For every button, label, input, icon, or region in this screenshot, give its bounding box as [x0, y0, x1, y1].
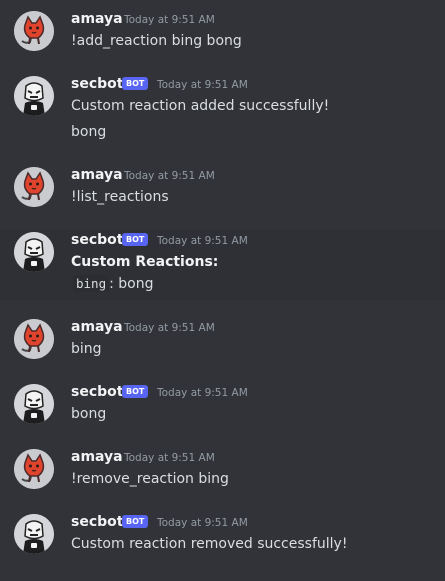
cat-avatar-icon: [14, 167, 54, 207]
reactions-heading: Custom Reactions:: [71, 254, 219, 270]
timestamp[interactable]: Today at 9:51 AM: [157, 235, 248, 247]
reaction-entry: bing: bong: [73, 275, 154, 292]
timestamp[interactable]: Today at 9:51 AM: [124, 170, 215, 182]
username[interactable]: amaya: [71, 449, 123, 465]
message-text: bong: [71, 406, 107, 422]
avatar-amaya[interactable]: [14, 11, 54, 51]
username[interactable]: secbot: [71, 384, 123, 400]
message-amaya-1[interactable]: amaya Today at 9:51 AM !add_reaction bin…: [0, 0, 445, 65]
bot-tag: BOT: [122, 77, 149, 90]
timestamp[interactable]: Today at 9:51 AM: [157, 517, 248, 529]
robot-avatar-icon: [14, 384, 54, 424]
reaction-separator: :: [109, 276, 114, 292]
robot-avatar-icon: [14, 514, 54, 554]
timestamp[interactable]: Today at 9:51 AM: [157, 79, 248, 91]
avatar-amaya[interactable]: [14, 449, 54, 489]
robot-avatar-icon: [14, 76, 54, 116]
username[interactable]: secbot: [71, 514, 123, 530]
message-text: !add_reaction bing bong: [71, 33, 242, 49]
message-text: Custom reaction added successfully!: [71, 98, 330, 114]
bot-tag: BOT: [122, 385, 149, 398]
message-amaya-2[interactable]: amaya Today at 9:51 AM !list_reactions: [0, 160, 445, 230]
avatar-amaya[interactable]: [14, 319, 54, 359]
robot-avatar-icon: [14, 232, 54, 272]
avatar-secbot[interactable]: [14, 384, 54, 424]
bot-tag: BOT: [122, 233, 149, 246]
username[interactable]: secbot: [71, 232, 123, 248]
timestamp[interactable]: Today at 9:51 AM: [124, 14, 215, 26]
timestamp[interactable]: Today at 9:51 AM: [157, 387, 248, 399]
cat-avatar-icon: [14, 449, 54, 489]
username[interactable]: amaya: [71, 319, 123, 335]
username[interactable]: secbot: [71, 76, 123, 92]
username[interactable]: amaya: [71, 167, 123, 183]
username[interactable]: amaya: [71, 11, 123, 27]
message-secbot-3[interactable]: secbot BOT Today at 9:51 AM bong: [0, 370, 445, 435]
bot-tag: BOT: [122, 515, 149, 528]
message-amaya-3[interactable]: amaya Today at 9:51 AM bing: [0, 300, 445, 370]
message-secbot-1[interactable]: secbot BOT Today at 9:51 AM Custom react…: [0, 65, 445, 160]
avatar-amaya[interactable]: [14, 167, 54, 207]
reaction-trigger-code: bing: [73, 275, 110, 292]
message-text: Custom reaction removed successfully!: [71, 536, 348, 552]
avatar-secbot[interactable]: [14, 514, 54, 554]
timestamp[interactable]: Today at 9:51 AM: [124, 322, 215, 334]
message-text: !remove_reaction bing: [71, 471, 229, 487]
message-text: bong: [71, 124, 107, 140]
reaction-response: bong: [118, 276, 154, 292]
message-secbot-2[interactable]: secbot BOT Today at 9:51 AM Custom React…: [0, 230, 445, 300]
cat-avatar-icon: [14, 319, 54, 359]
chat-message-list: amaya Today at 9:51 AM !add_reaction bin…: [0, 0, 445, 581]
avatar-secbot[interactable]: [14, 232, 54, 272]
message-text: !list_reactions: [71, 189, 169, 205]
message-amaya-4[interactable]: amaya Today at 9:51 AM !remove_reaction …: [0, 435, 445, 500]
cat-avatar-icon: [14, 11, 54, 51]
avatar-secbot[interactable]: [14, 76, 54, 116]
message-secbot-4[interactable]: secbot BOT Today at 9:51 AM Custom react…: [0, 500, 445, 581]
message-text: bing: [71, 341, 102, 357]
timestamp[interactable]: Today at 9:51 AM: [124, 452, 215, 464]
